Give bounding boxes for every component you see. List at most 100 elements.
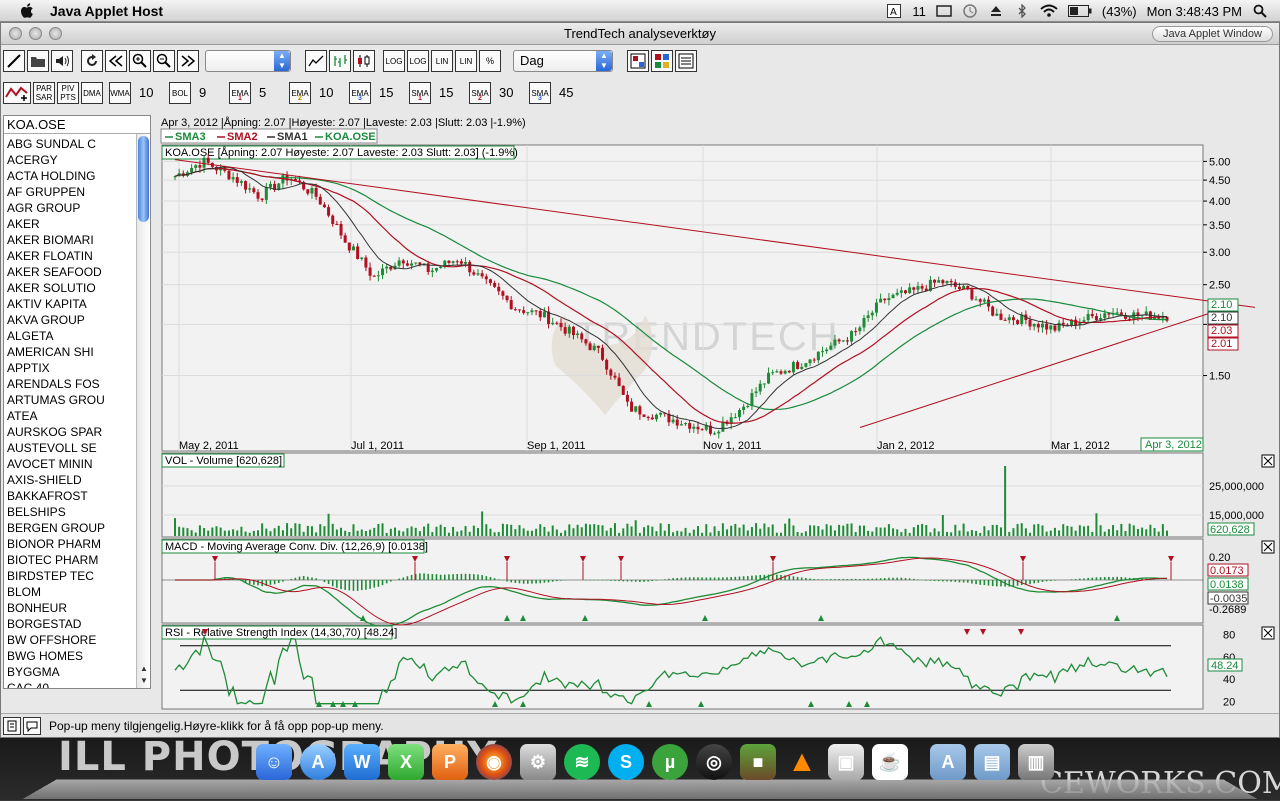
symbol-list-item[interactable]: BIRDSTEP TEC [4,568,136,584]
wma-button[interactable]: WMA [109,82,131,104]
symbol-list-item[interactable]: AKER FLOATIN [4,248,136,264]
wma-period[interactable]: 10 [135,82,167,104]
minecraft-icon[interactable]: ■ [740,744,776,780]
apple-menu-icon[interactable] [18,2,38,20]
symbol-list-item[interactable]: BORGESTAD [4,616,136,632]
symbol-list-item[interactable]: ARENDALS FOS [4,376,136,392]
symbol-list-item[interactable]: APPTIX [4,360,136,376]
utorrent-icon[interactable]: µ [652,744,688,780]
layout-grid-icon[interactable] [627,50,649,72]
documents-folder-icon[interactable]: ▤ [974,744,1010,780]
log-scale-button[interactable]: LOG [383,50,405,72]
trash-icon[interactable]: ▥ [1018,744,1054,780]
applet-window-button[interactable]: Java Applet Window [1152,26,1273,42]
properties-icon[interactable] [675,50,697,72]
java-icon[interactable]: ☕ [872,744,908,780]
percent-button[interactable]: % [479,50,501,72]
symbol-list-item[interactable]: BAKKAFROST [4,488,136,504]
symbol-list-item[interactable]: AKER BIOMARI [4,232,136,248]
sma1-period[interactable]: 15 [435,82,467,104]
panel-close-button[interactable] [1262,455,1274,467]
spotify-icon[interactable]: ≋ [564,744,600,780]
vlc-icon[interactable]: ▲ [784,744,820,780]
ema1-period[interactable]: 5 [255,82,287,104]
spotlight-search-icon[interactable] [1252,3,1268,19]
symbol-list-scrollbar[interactable]: ▲ ▼ [136,134,150,688]
ema3-button[interactable]: EMA3 [349,82,371,104]
symbol-list-item[interactable]: ATEA [4,408,136,424]
symbol-list-item[interactable]: BIONOR PHARM [4,536,136,552]
symbol-list-item[interactable]: AURSKOG SPAR [4,424,136,440]
ema2-period[interactable]: 10 [315,82,347,104]
symbol-list-item[interactable]: AKTIV KAPITA [4,296,136,312]
dma-button[interactable]: DMA [81,82,103,104]
symbol-list-item[interactable]: BYGGMA [4,664,136,680]
sma3-period[interactable]: 45 [555,82,587,104]
chart-area[interactable]: Apr 3, 2012 |Åpning: 2.07 |Høyeste: 2.07… [155,115,1279,711]
app-name[interactable]: Java Applet Host [50,3,163,19]
symbol-list-item[interactable]: BELSHIPS [4,504,136,520]
symbol-list-item[interactable]: ACERGY [4,152,136,168]
symbol-select[interactable]: ▲▼ [205,50,291,72]
symbol-list-item[interactable]: AKER [4,216,136,232]
rewind-icon[interactable] [105,50,127,72]
symbol-list-item[interactable]: ARTUMAS GROU [4,392,136,408]
symbol-list-item[interactable]: ACTA HOLDING [4,168,136,184]
pivot-points-button[interactable]: PIV PTS [57,82,79,104]
symbol-list-item[interactable]: AF GRUPPEN [4,184,136,200]
panel-close-button[interactable] [1262,627,1274,639]
display-icon[interactable] [936,3,952,19]
skype-icon[interactable]: S [608,744,644,780]
symbol-list-item[interactable]: AXIS-SHIELD [4,472,136,488]
app-store-icon[interactable]: A [300,744,336,780]
lin-scale-alt-button[interactable]: LIN [455,50,477,72]
panel-close-button[interactable] [1262,541,1274,553]
symbol-list-item[interactable]: AGR GROUP [4,200,136,216]
scroll-down-icon[interactable]: ▼ [138,676,150,685]
ohlc-chart-icon[interactable] [329,50,351,72]
menubar-clock[interactable]: Mon 3:48:43 PM [1147,4,1242,19]
symbol-list-item[interactable]: BIOTEC PHARM [4,552,136,568]
fast-forward-icon[interactable] [177,50,199,72]
zoom-out-icon[interactable] [153,50,175,72]
symbol-list-item[interactable]: AUSTEVOLL SE [4,440,136,456]
symbol-list-item[interactable]: ABG SUNDAL C [4,136,136,152]
line-chart-icon[interactable] [305,50,327,72]
scroll-up-icon[interactable]: ▲ [138,664,150,673]
zoom-in-icon[interactable] [129,50,151,72]
color-settings-icon[interactable] [651,50,673,72]
symbol-list-item[interactable]: AKER SOLUTIO [4,280,136,296]
ema3-period[interactable]: 15 [375,82,407,104]
close-button[interactable] [9,27,22,40]
battery-icon[interactable] [1068,3,1092,19]
word-icon[interactable]: W [344,744,380,780]
bollinger-button[interactable]: BOL [169,82,191,104]
symbol-list-item[interactable]: BONHEUR [4,600,136,616]
sound-icon[interactable] [51,50,73,72]
input-menu-icon[interactable]: A [886,3,902,19]
window-titlebar[interactable]: TrendTech analyseverktøy Java Applet Win… [1,23,1279,45]
ema1-button[interactable]: EMA1 [229,82,251,104]
scrollbar-thumb[interactable] [138,136,149,222]
steam-icon[interactable]: ◎ [696,744,732,780]
symbol-list-item[interactable]: AMERICAN SHI [4,344,136,360]
system-preferences-icon[interactable]: ⚙ [520,744,556,780]
symbol-list-item[interactable]: CAC 40 [4,680,136,689]
sma2-period[interactable]: 30 [495,82,527,104]
symbol-list-item[interactable]: BLOM [4,584,136,600]
sma3-button[interactable]: SMA3 [529,82,551,104]
bollinger-period[interactable]: 9 [195,82,227,104]
powerpoint-icon[interactable]: P [432,744,468,780]
finder-icon[interactable]: ☺ [256,744,292,780]
applications-folder-icon[interactable]: A [930,744,966,780]
symbol-list-item[interactable]: AKVA GROUP [4,312,136,328]
symbol-list-item[interactable]: ALGETA [4,328,136,344]
sma1-button[interactable]: SMA1 [409,82,431,104]
refresh-icon[interactable] [81,50,103,72]
symbol-list-item[interactable]: BWG HOMES [4,648,136,664]
message-icon[interactable] [23,717,41,735]
sma2-button[interactable]: SMA2 [469,82,491,104]
symbol-list-item[interactable]: BW OFFSHORE [4,632,136,648]
open-folder-icon[interactable] [27,50,49,72]
chart-svg[interactable]: Apr 3, 2012 |Åpning: 2.07 |Høyeste: 2.07… [155,115,1279,711]
